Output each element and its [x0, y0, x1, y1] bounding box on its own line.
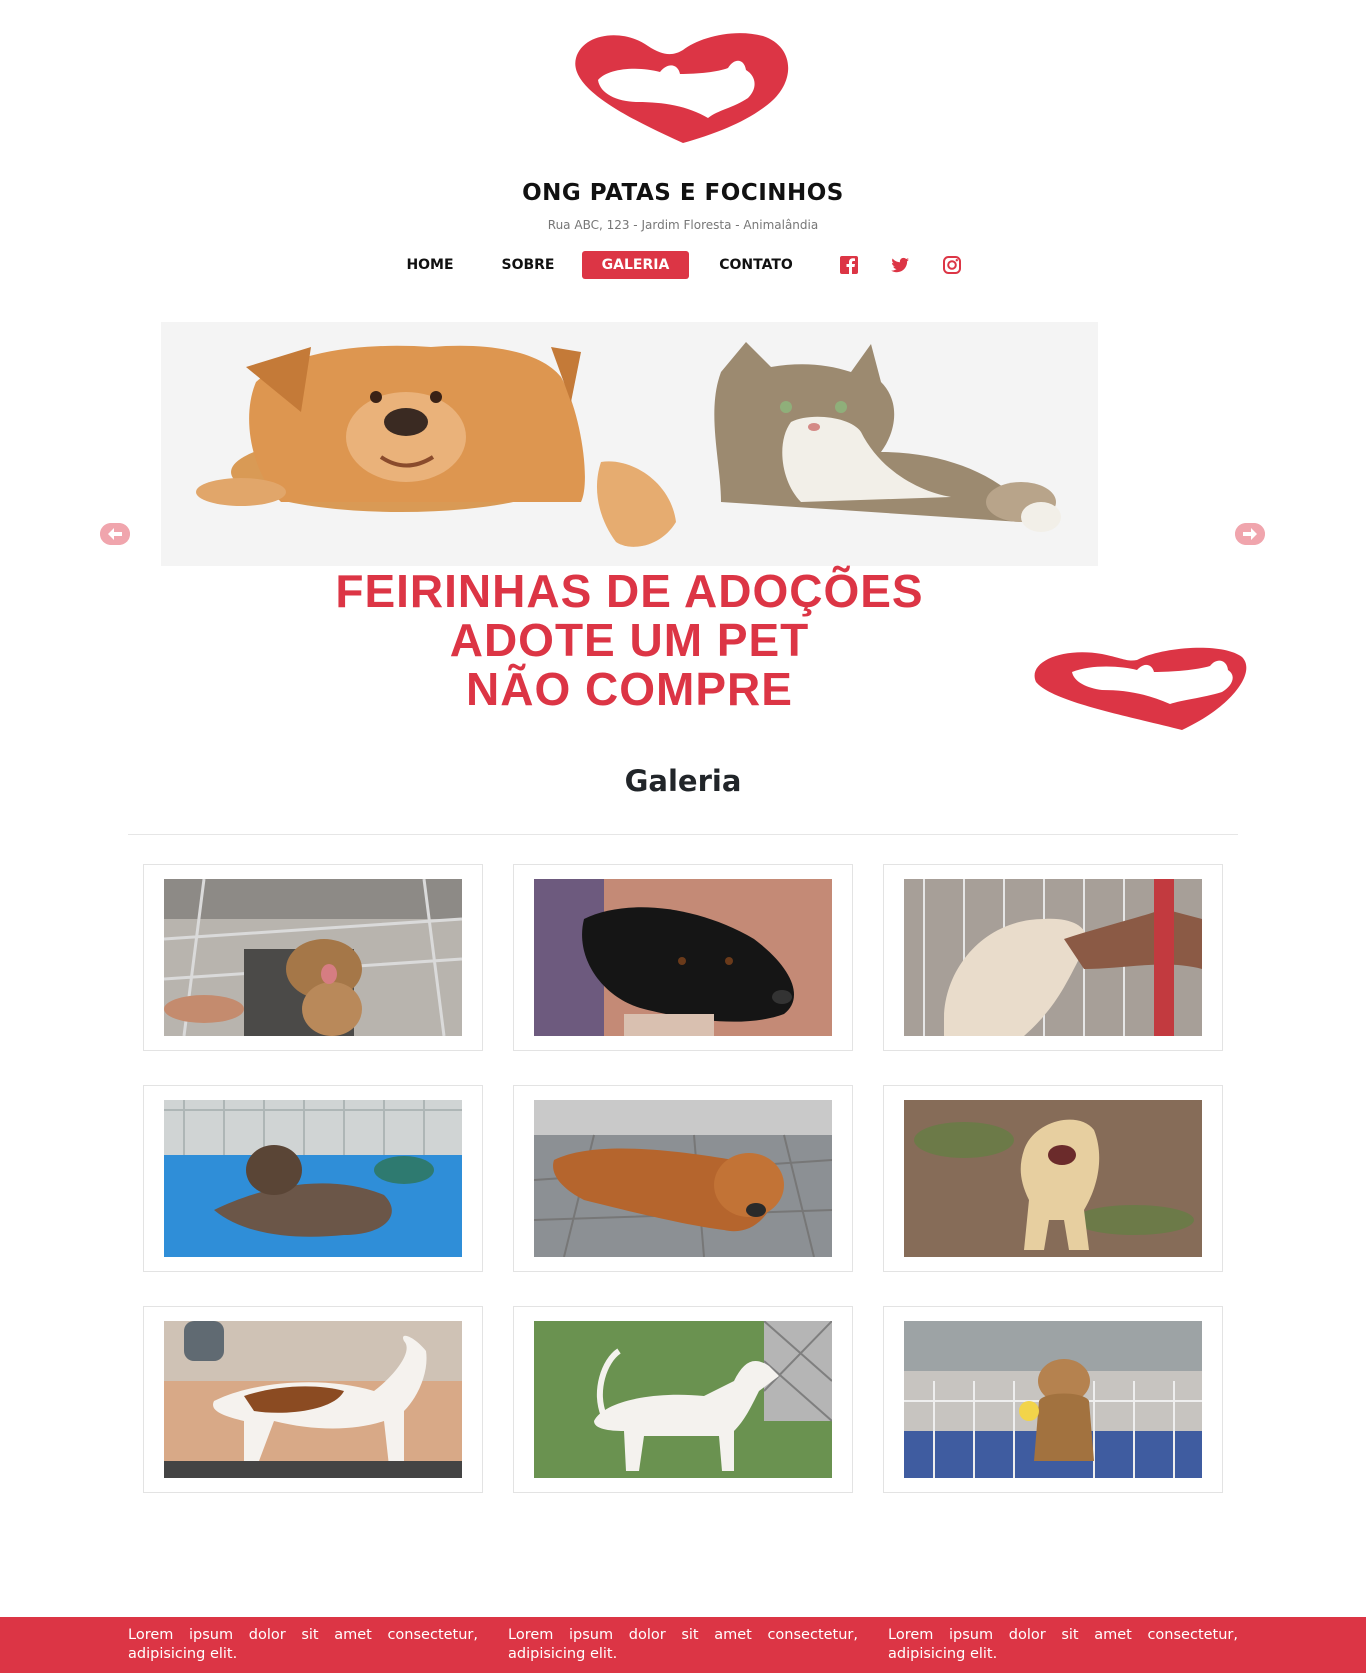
nav-home[interactable]: HOME — [392, 251, 468, 279]
footer-column-3: Lorem ipsum dolor sit amet consectetur, … — [888, 1627, 1238, 1662]
puppy-in-pen-photo — [904, 1321, 1202, 1478]
gallery-item[interactable] — [143, 864, 483, 1051]
banner-line-2: ADOTE UM PET — [449, 614, 810, 666]
banner-line-1: FEIRINHAS DE ADOÇÕES — [335, 565, 924, 617]
logo-heart-pets — [575, 33, 789, 143]
main-nav: HOME SOBRE GALERIA CONTATO — [0, 251, 1366, 279]
white-dog-on-grass-photo — [534, 1321, 832, 1478]
brown-dog-lying-photo — [534, 1100, 832, 1257]
black-dog-photo — [534, 879, 832, 1036]
white-puppy-photo — [904, 879, 1202, 1036]
gallery-item[interactable] — [143, 1306, 483, 1493]
facebook-icon[interactable] — [839, 255, 859, 275]
gallery-item[interactable] — [883, 864, 1223, 1051]
cream-dog-on-dirt-photo — [904, 1100, 1202, 1257]
gallery-title: Galeria — [624, 764, 742, 798]
gallery-item[interactable] — [883, 1306, 1223, 1493]
nav-contato[interactable]: CONTATO — [706, 251, 806, 279]
dog-and-cat-banner-image — [161, 322, 1098, 566]
gallery-item[interactable] — [513, 1306, 853, 1493]
site-title: ONG PATAS E FOCINHOS — [522, 180, 844, 206]
banner-line-3: NÃO COMPRE — [466, 663, 793, 715]
site-address: Rua ABC, 123 - Jardim Floresta - Animalâ… — [547, 218, 819, 232]
gallery-item[interactable] — [513, 864, 853, 1051]
nav-galeria[interactable]: GALERIA — [582, 251, 689, 279]
carousel-next-icon[interactable] — [1235, 523, 1265, 545]
brown-white-dog-photo — [164, 1321, 462, 1478]
hero-carousel: FEIRINHAS DE ADOÇÕES ADOTE UM PET NÃO CO… — [0, 322, 1366, 732]
footer-column-1: Lorem ipsum dolor sit amet consectetur, … — [128, 1627, 478, 1662]
dog-in-kennel-photo — [164, 879, 462, 1036]
nav-sobre[interactable]: SOBRE — [489, 251, 567, 279]
gallery-item[interactable] — [883, 1085, 1223, 1272]
heart-pets-decoration — [1034, 647, 1247, 730]
instagram-icon[interactable] — [942, 255, 962, 275]
footer-column-2: Lorem ipsum dolor sit amet consectetur, … — [508, 1627, 858, 1662]
footer: Lorem ipsum dolor sit amet consectetur, … — [0, 1617, 1366, 1673]
carousel-prev-icon[interactable] — [100, 523, 130, 545]
puppy-on-blue-mat-photo — [164, 1100, 462, 1257]
twitter-icon[interactable] — [890, 255, 910, 275]
gallery-item[interactable] — [143, 1085, 483, 1272]
divider — [128, 834, 1238, 835]
gallery-item[interactable] — [513, 1085, 853, 1272]
